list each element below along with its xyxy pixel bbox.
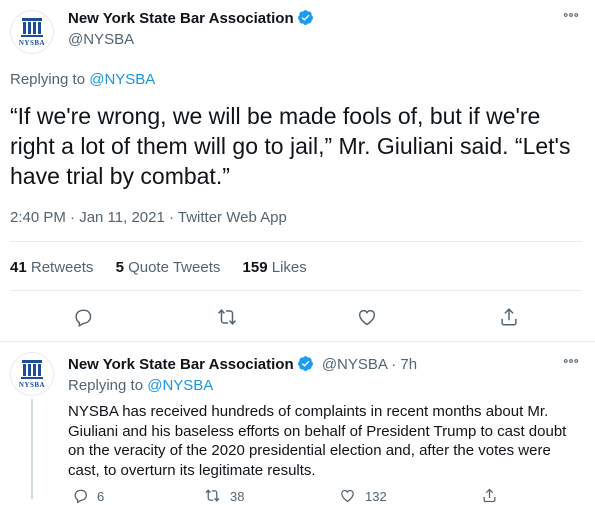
quotes-label: Quote Tweets (128, 259, 221, 276)
reply-replying-to: Replying to @NYSBA (68, 377, 213, 394)
logo-text: NYSBA (18, 381, 46, 389)
stats-row: 41 Retweets 5 Quote Tweets 159 Likes (10, 259, 307, 276)
quotes-count: 5 (115, 259, 124, 276)
retweets-count: 41 (10, 259, 27, 276)
author-name[interactable]: New York State Bar Association (68, 9, 314, 30)
share-icon[interactable] (498, 306, 520, 328)
more-icon[interactable] (562, 352, 580, 374)
likes-count: 159 (242, 259, 268, 276)
likes-stat[interactable]: 159 Likes (243, 259, 307, 276)
logo-text: NYSBA (18, 39, 46, 47)
retweet-count: 38 (230, 489, 245, 504)
retweet-icon[interactable] (216, 306, 238, 328)
like-count: 132 (365, 489, 387, 504)
likes-label: Likes (271, 259, 307, 276)
verified-badge-icon (297, 355, 314, 376)
reply-count: 6 (97, 489, 105, 504)
verified-badge-icon (297, 9, 314, 30)
reply-author-avatar[interactable]: NYSBA (10, 352, 54, 396)
nysba-logo (21, 18, 43, 37)
reply-icon[interactable] (72, 306, 94, 328)
replying-prefix: Replying to (68, 377, 144, 394)
reply-handle-time[interactable]: @NYSBA · 7h (322, 356, 417, 373)
more-icon[interactable] (562, 6, 580, 28)
quotes-stat[interactable]: 5 Quote Tweets (116, 259, 221, 276)
author-name-text[interactable]: New York State Bar Association (68, 10, 294, 27)
retweets-stat[interactable]: 41 Retweets (10, 259, 93, 276)
tweet-text: “If we're wrong, we will be made fools o… (10, 103, 571, 189)
replying-to-link[interactable]: @NYSBA (147, 377, 213, 394)
thread-line (31, 399, 33, 499)
reply-author-name[interactable]: New York State Bar Association @NYSBA · … (68, 355, 417, 376)
author-handle[interactable]: @NYSBA (68, 31, 134, 48)
share-icon[interactable] (481, 487, 498, 504)
divider (0, 341, 595, 342)
divider (10, 241, 582, 242)
reply-author-name-text[interactable]: New York State Bar Association (68, 356, 294, 373)
replying-prefix: Replying to (10, 71, 86, 88)
like-icon[interactable] (339, 487, 356, 504)
reply-tweet-text: NYSBA has received hundreds of complaint… (68, 403, 567, 479)
author-avatar[interactable]: NYSBA (10, 10, 54, 54)
nysba-logo (21, 360, 43, 379)
tweet-timestamp[interactable]: 2:40 PM · Jan 11, 2021 · Twitter Web App (10, 209, 287, 226)
divider (10, 290, 582, 291)
like-icon[interactable] (356, 306, 378, 328)
reply-icon[interactable] (72, 487, 89, 504)
replying-to-link[interactable]: @NYSBA (89, 71, 155, 88)
replying-to: Replying to @NYSBA (10, 71, 155, 88)
retweets-label: Retweets (30, 259, 94, 276)
retweet-icon[interactable] (204, 487, 221, 504)
